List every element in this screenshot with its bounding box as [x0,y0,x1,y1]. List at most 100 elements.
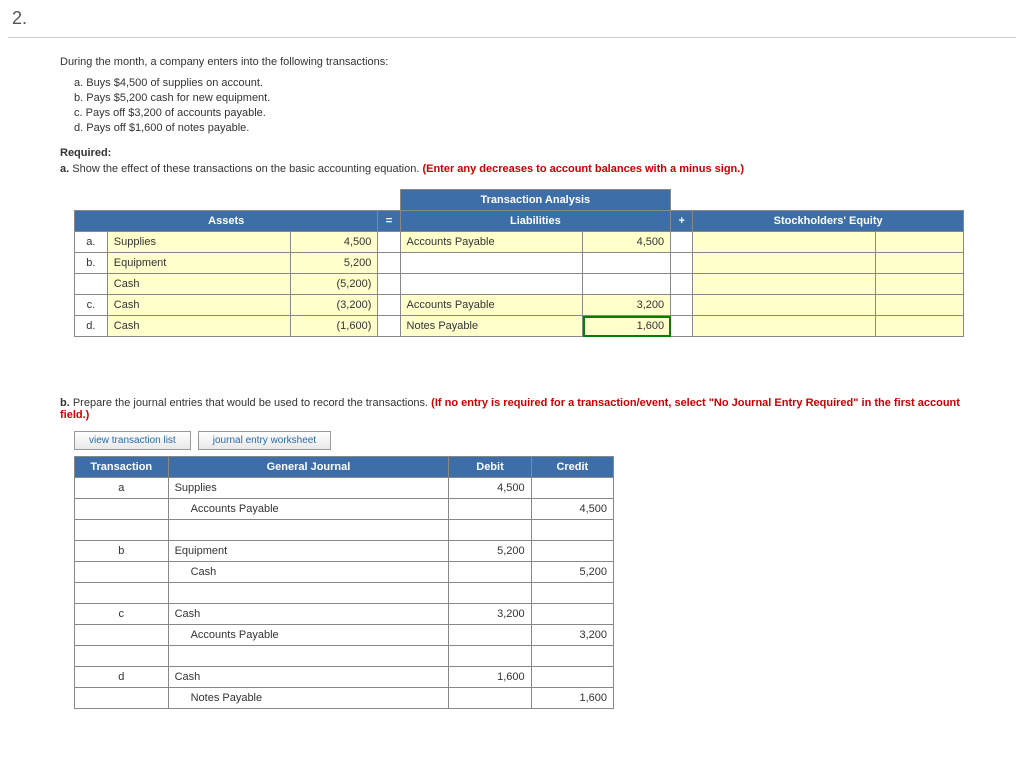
tab-journal-entry-worksheet[interactable]: journal entry worksheet [198,431,331,450]
asset-amount-cell[interactable]: 5,200 [290,253,378,274]
journal-debit-cell[interactable] [449,646,531,667]
liability-account-cell[interactable]: Notes Payable [400,316,583,337]
liability-account-cell[interactable]: Accounts Payable [400,295,583,316]
table-row: b.Equipment5,200 [75,253,964,274]
equity-account-cell[interactable] [693,253,876,274]
row-letter: a. [75,232,108,253]
col-equals: = [378,211,400,232]
spacer [378,316,400,337]
journal-credit-cell[interactable]: 3,200 [531,625,613,646]
col-credit: Credit [531,457,613,478]
asset-amount-cell[interactable]: 4,500 [290,232,378,253]
journal-account-cell[interactable]: Notes Payable [168,688,449,709]
spacer [378,253,400,274]
journal-txn-cell [75,520,169,541]
journal-credit-cell[interactable] [531,604,613,625]
journal-txn-cell: d [75,667,169,688]
table-row: bEquipment5,200 [75,541,614,562]
table-row: Notes Payable 1,600 [75,688,614,709]
journal-credit-cell[interactable]: 4,500 [531,499,613,520]
table-row [75,520,614,541]
journal-credit-cell[interactable] [531,583,613,604]
liability-amount-cell[interactable]: 3,200 [583,295,671,316]
asset-account-cell[interactable]: Cash [107,295,290,316]
journal-txn-cell: b [75,541,169,562]
journal-debit-cell[interactable] [449,520,531,541]
journal-account-cell[interactable] [168,583,449,604]
spacer [378,295,400,316]
journal-debit-cell[interactable]: 5,200 [449,541,531,562]
equity-amount-cell[interactable] [876,232,964,253]
table-row: d.Cash(1,600)Notes Payable1,600 [75,316,964,337]
journal-txn-cell [75,499,169,520]
journal-account-cell[interactable]: Accounts Payable [168,625,449,646]
liability-amount-cell[interactable]: 4,500 [583,232,671,253]
journal-txn-cell [75,625,169,646]
journal-debit-cell[interactable] [449,562,531,583]
journal-txn-cell [75,583,169,604]
journal-account-cell[interactable]: Cash [168,562,449,583]
liability-amount-cell[interactable]: 1,600 [583,316,671,337]
equity-amount-cell[interactable] [876,274,964,295]
journal-account-cell[interactable] [168,520,449,541]
journal-debit-cell[interactable]: 3,200 [449,604,531,625]
journal-debit-cell[interactable]: 4,500 [449,478,531,499]
tab-view-transaction-list[interactable]: view transaction list [74,431,191,450]
journal-credit-cell[interactable] [531,520,613,541]
col-general-journal: General Journal [168,457,449,478]
req-b-prefix: b. [60,397,70,409]
journal-credit-cell[interactable]: 5,200 [531,562,613,583]
row-letter [75,274,108,295]
asset-amount-cell[interactable]: (1,600) [290,316,378,337]
journal-credit-cell[interactable]: 1,600 [531,688,613,709]
journal-txn-cell [75,562,169,583]
journal-debit-cell[interactable] [449,499,531,520]
journal-credit-cell[interactable] [531,478,613,499]
journal-account-cell[interactable]: Cash [168,604,449,625]
spacer [378,274,400,295]
asset-account-cell[interactable]: Cash [107,274,290,295]
liability-account-cell[interactable] [400,274,583,295]
journal-txn-cell: a [75,478,169,499]
liability-account-cell[interactable] [400,253,583,274]
journal-txn-cell [75,646,169,667]
journal-account-cell[interactable]: Supplies [168,478,449,499]
equity-account-cell[interactable] [693,316,876,337]
liability-amount-cell[interactable] [583,253,671,274]
liability-account-cell[interactable]: Accounts Payable [400,232,583,253]
col-stockholders-equity: Stockholders' Equity [693,211,964,232]
journal-debit-cell[interactable] [449,625,531,646]
req-a-red: (Enter any decreases to account balances… [422,163,744,175]
asset-account-cell[interactable]: Supplies [107,232,290,253]
asset-amount-cell[interactable]: (5,200) [290,274,378,295]
journal-debit-cell[interactable] [449,688,531,709]
equity-account-cell[interactable] [693,232,876,253]
asset-account-cell[interactable]: Equipment [107,253,290,274]
equity-account-cell[interactable] [693,295,876,316]
journal-credit-cell[interactable] [531,646,613,667]
equity-amount-cell[interactable] [876,316,964,337]
spacer [378,232,400,253]
req-a-text: Show the effect of these transactions on… [72,163,422,175]
intro-text: During the month, a company enters into … [60,56,964,68]
journal-debit-cell[interactable] [449,583,531,604]
asset-account-cell[interactable]: Cash [107,316,290,337]
journal-debit-cell[interactable]: 1,600 [449,667,531,688]
asset-amount-cell[interactable]: (3,200) [290,295,378,316]
liability-amount-cell[interactable] [583,274,671,295]
journal-account-cell[interactable]: Cash [168,667,449,688]
table-row [75,583,614,604]
req-b-text: Prepare the journal entries that would b… [73,397,431,409]
journal-account-cell[interactable] [168,646,449,667]
journal-credit-cell[interactable] [531,667,613,688]
equity-amount-cell[interactable] [876,253,964,274]
spacer [671,295,693,316]
journal-account-cell[interactable]: Equipment [168,541,449,562]
table-row: aSupplies4,500 [75,478,614,499]
journal-account-cell[interactable]: Accounts Payable [168,499,449,520]
content-area: During the month, a company enters into … [0,38,1024,709]
journal-credit-cell[interactable] [531,541,613,562]
table-row: Cash 5,200 [75,562,614,583]
equity-account-cell[interactable] [693,274,876,295]
equity-amount-cell[interactable] [876,295,964,316]
